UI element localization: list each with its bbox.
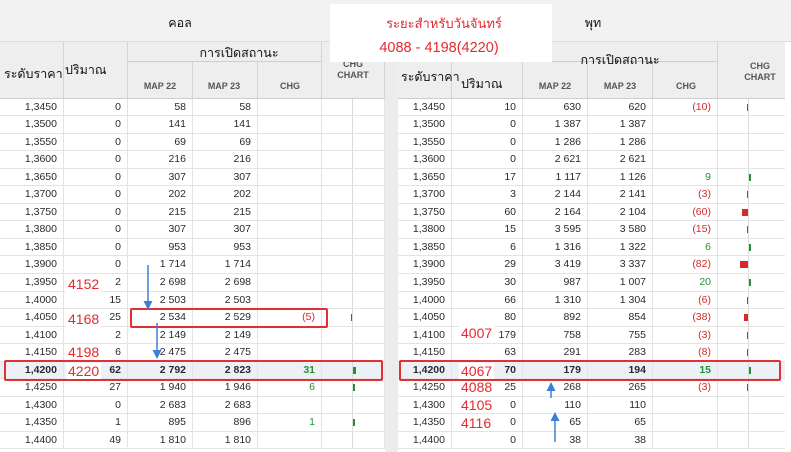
annotation-arrows (143, 265, 560, 442)
